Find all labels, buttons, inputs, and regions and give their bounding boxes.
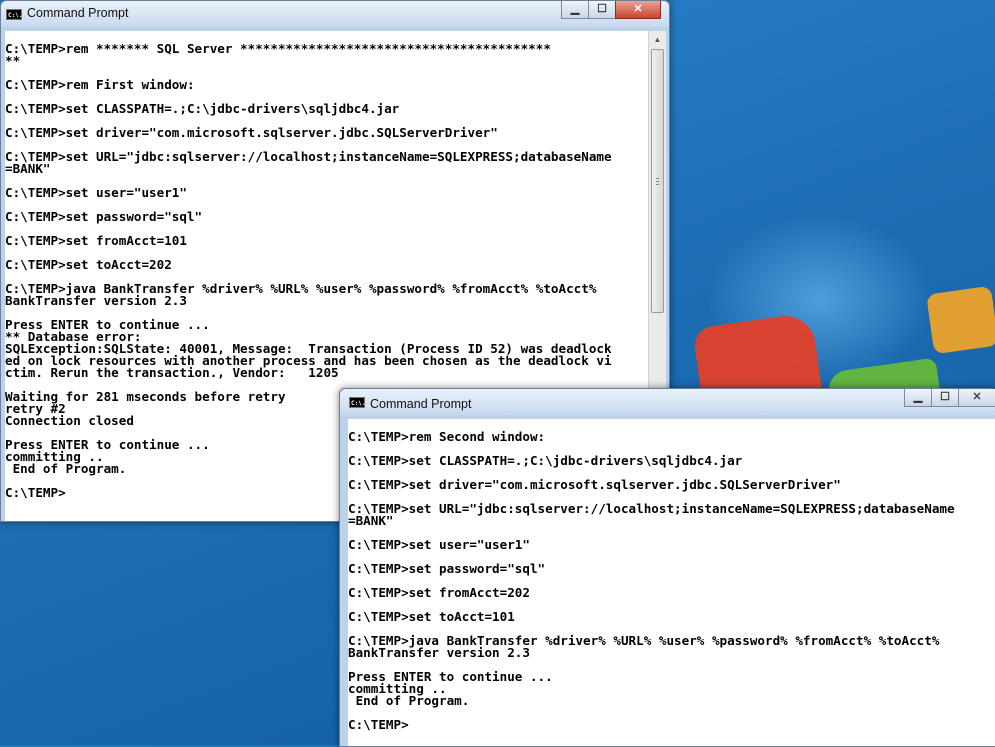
close-button[interactable]: ✕ xyxy=(958,389,995,407)
console-text-2: C:\TEMP>rem Second window: C:\TEMP>set C… xyxy=(348,429,955,732)
scrollbar-thumb-1[interactable] xyxy=(651,49,664,313)
maximize-button[interactable]: ☐ xyxy=(588,1,616,19)
command-prompt-window-2[interactable]: C:\. Command Prompt ▁ ☐ ✕ C:\TEMP>rem Se… xyxy=(339,388,995,747)
scroll-up-arrow-icon[interactable]: ▲ xyxy=(649,31,666,48)
minimize-button[interactable]: ▁ xyxy=(561,1,589,19)
maximize-button[interactable]: ☐ xyxy=(931,389,959,407)
window-2-title: Command Prompt xyxy=(370,397,472,411)
cmd-icon: C:\. xyxy=(6,9,22,20)
minimize-button[interactable]: ▁ xyxy=(904,389,932,407)
window-2-titlebar[interactable]: C:\. Command Prompt xyxy=(340,389,995,415)
window-1-title: Command Prompt xyxy=(27,6,129,20)
close-button[interactable]: ✕ xyxy=(615,1,661,19)
console-output-2[interactable]: C:\TEMP>rem Second window: C:\TEMP>set C… xyxy=(348,419,995,746)
windows-logo-orange-pane xyxy=(926,285,995,355)
cmd-icon: C:\. xyxy=(349,397,365,408)
